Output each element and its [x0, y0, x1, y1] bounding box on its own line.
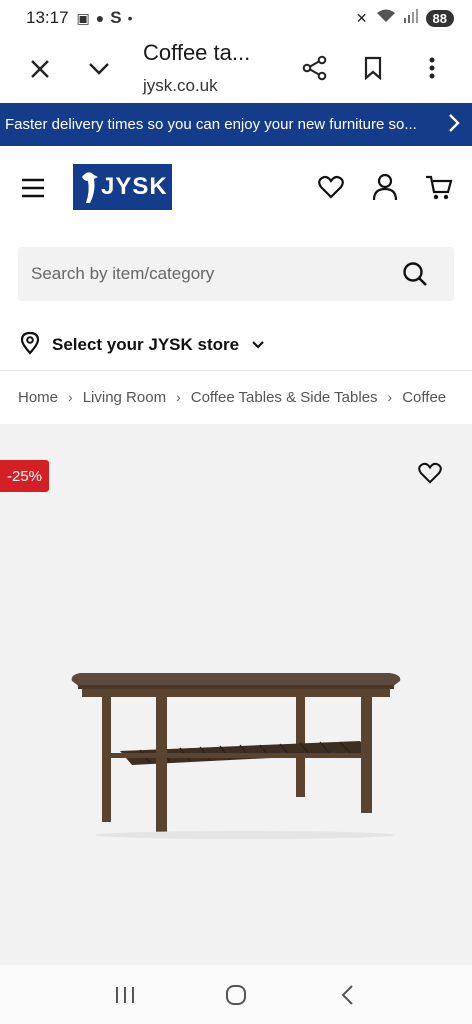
site-header: JYSK	[0, 146, 472, 234]
user-icon[interactable]	[372, 173, 398, 206]
logo-text: JYSK	[101, 173, 168, 200]
wifi-icon	[376, 8, 396, 28]
search-icon[interactable]	[402, 261, 428, 292]
more-icon[interactable]	[417, 53, 447, 83]
cart-icon[interactable]	[425, 175, 453, 206]
chevron-right-icon: ›	[68, 389, 73, 405]
chevron-right-icon: ›	[176, 389, 181, 405]
breadcrumb-current[interactable]: Coffee	[402, 389, 446, 406]
promo-banner[interactable]: Faster delivery times so you can enjoy y…	[0, 103, 472, 146]
search-placeholder: Search by item/category	[31, 264, 215, 283]
status-time: 13:17	[26, 8, 69, 27]
status-right: ✕ 88	[356, 8, 454, 28]
share-icon[interactable]	[300, 53, 330, 83]
divider	[0, 370, 472, 371]
browser-toolbar: Coffee ta... jysk.co.uk	[0, 36, 472, 102]
notification-icons: ▣ ● S •	[77, 8, 133, 28]
back-icon[interactable]	[327, 975, 367, 1015]
chevron-down-icon[interactable]	[84, 54, 114, 84]
store-selector[interactable]: Select your JYSK store	[20, 330, 265, 360]
signal-icon	[403, 8, 418, 28]
mute-icon: ✕	[355, 9, 368, 26]
system-nav-bar	[0, 965, 472, 1024]
logo-bird-icon	[82, 172, 98, 203]
chevron-down-icon	[251, 335, 265, 355]
status-bar: 13:17 ▣ ● S • ✕ 88	[0, 0, 472, 36]
product-image-area[interactable]: -25%	[0, 424, 472, 965]
breadcrumb-living-room[interactable]: Living Room	[83, 389, 166, 406]
breadcrumb: Home › Living Room › Coffee Tables & Sid…	[18, 384, 472, 410]
s-app-icon: S	[110, 8, 122, 27]
hamburger-icon[interactable]	[21, 178, 45, 203]
page-title: Coffee ta...	[143, 40, 251, 65]
dot-icon: •	[127, 10, 133, 26]
home-icon[interactable]	[216, 975, 256, 1015]
chevron-right-icon: ›	[387, 389, 393, 405]
store-label: Select your JYSK store	[52, 335, 240, 354]
page-url[interactable]: jysk.co.uk	[143, 76, 218, 96]
chevron-right-icon[interactable]	[448, 113, 460, 137]
facebook-icon: ●	[95, 10, 105, 26]
promo-text: Faster delivery times so you can enjoy y…	[5, 116, 417, 133]
discount-badge: -25%	[0, 460, 49, 492]
bookmark-icon[interactable]	[358, 53, 388, 83]
search-input[interactable]: Search by item/category	[18, 247, 454, 301]
screenshot-icon: ▣	[76, 9, 90, 26]
battery-indicator: 88	[425, 9, 454, 27]
location-pin-icon	[20, 331, 40, 360]
jysk-logo[interactable]: JYSK	[73, 164, 172, 210]
close-icon[interactable]	[25, 54, 55, 84]
breadcrumb-home[interactable]: Home	[18, 389, 58, 406]
recent-apps-icon[interactable]	[105, 975, 145, 1015]
heart-icon[interactable]	[418, 462, 442, 489]
breadcrumb-coffee-side-tables[interactable]: Coffee Tables & Side Tables	[191, 389, 378, 406]
product-photo-coffee-table	[71, 673, 401, 839]
heart-icon[interactable]	[318, 175, 344, 204]
